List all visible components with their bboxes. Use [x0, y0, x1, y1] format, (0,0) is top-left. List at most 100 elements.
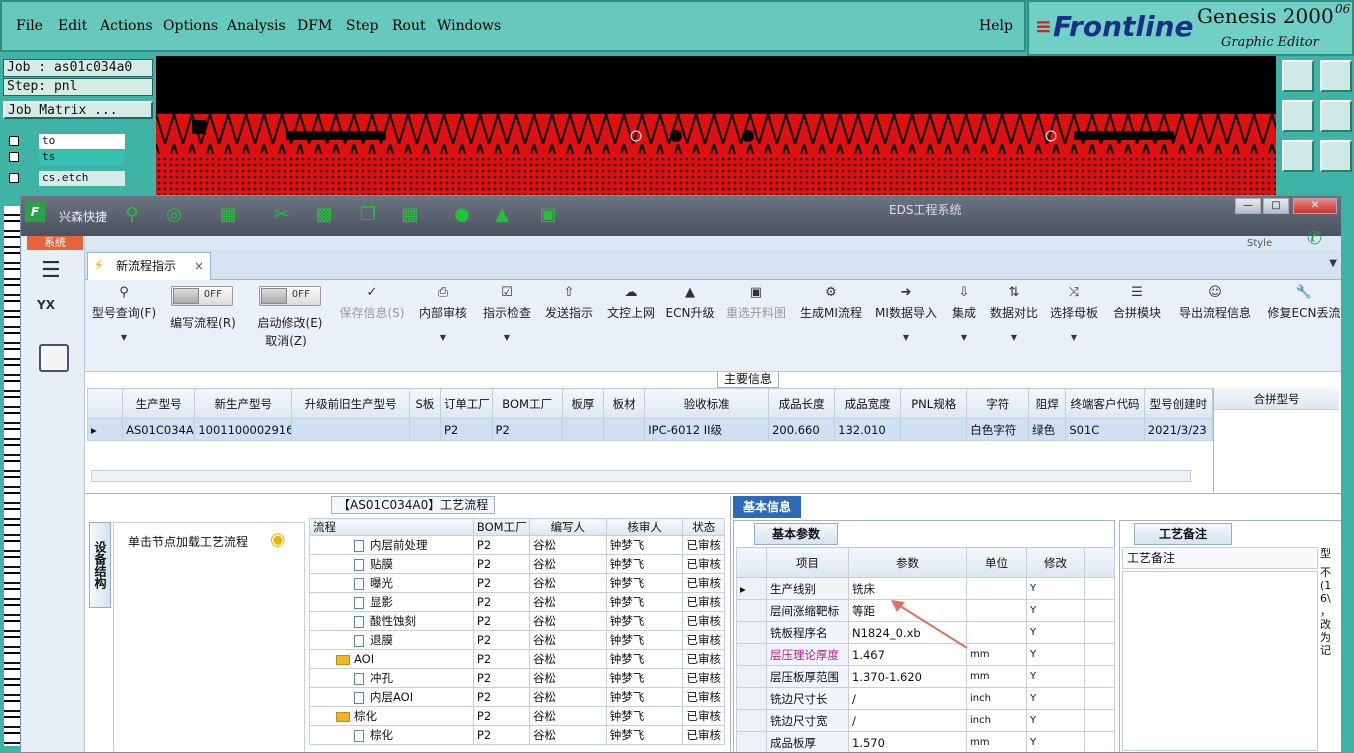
table-row[interactable]: 铣边尺寸长 / inch Y: [736, 687, 1115, 710]
job-matrix-button[interactable]: Job Matrix ...: [3, 101, 153, 119]
layer-row[interactable]: cs.etch: [7, 171, 125, 186]
cell[interactable]: 白色字符: [966, 418, 1030, 441]
list-item[interactable]: 退膜 P2 谷松 钟梦飞 已审核: [309, 630, 725, 650]
cell[interactable]: 10011000029164: [194, 418, 293, 441]
scissors-icon[interactable]: ✂: [271, 204, 293, 226]
column-header[interactable]: BOM工厂: [472, 518, 530, 536]
cell[interactable]: Y: [1026, 599, 1085, 622]
list-item[interactable]: 内层AOI P2 谷松 钟梦飞 已审核: [309, 687, 725, 707]
menu-analysis[interactable]: Analysis: [227, 18, 286, 34]
list-item[interactable]: 冲孔 P2 谷松 钟梦飞 已审核: [309, 668, 725, 688]
layer-checkbox[interactable]: [9, 152, 19, 162]
grid-icon[interactable]: ▦: [399, 204, 421, 226]
edit-flow-toggle[interactable]: OFF: [171, 286, 233, 306]
cell[interactable]: mm: [966, 643, 1027, 666]
menu-edit[interactable]: Edit: [58, 18, 87, 34]
column-header[interactable]: 型号创建时: [1143, 388, 1214, 419]
column-header[interactable]: 单位: [966, 547, 1027, 578]
cell[interactable]: P2: [491, 418, 563, 441]
column-header[interactable]: 修改: [1026, 547, 1085, 578]
cancel-button[interactable]: 取消(Z): [255, 332, 317, 349]
cell[interactable]: /: [848, 709, 967, 732]
ribbon-button[interactable]: ⇧ 发送指示: [541, 280, 597, 321]
system-tab[interactable]: 系统: [27, 236, 83, 250]
query-button[interactable]: ⚲ 型号查询(F) ▼: [89, 280, 159, 342]
yx-factory-icon[interactable]: YX: [37, 298, 69, 328]
menu-step[interactable]: Step: [346, 18, 378, 34]
column-header[interactable]: 成品宽度: [834, 388, 902, 419]
column-header[interactable]: 验收标准: [644, 388, 770, 419]
cell[interactable]: AS01C034A0: [122, 418, 196, 441]
cell[interactable]: [291, 418, 410, 441]
list-item[interactable]: 贴膜 P2 谷松 钟梦飞 已审核: [309, 554, 725, 574]
cell[interactable]: 132.010: [834, 418, 902, 441]
cell[interactable]: Y: [1026, 577, 1085, 600]
cell[interactable]: [966, 621, 1027, 644]
ribbon-button[interactable]: ⚙ 生成MI流程: [797, 280, 865, 321]
move-icon[interactable]: [1320, 140, 1352, 172]
search-icon[interactable]: ⚲: [121, 204, 143, 226]
list-item[interactable]: 曝光 P2 谷松 钟梦飞 已审核: [309, 573, 725, 593]
cell[interactable]: Y: [1026, 709, 1085, 732]
style-label[interactable]: Style: [1247, 238, 1272, 249]
column-header[interactable]: 流程: [309, 518, 474, 536]
cell[interactable]: mm: [966, 731, 1027, 752]
table-row[interactable]: 成品板厚 1.570 mm Y: [736, 731, 1115, 752]
tab-new-flow[interactable]: ⚡ 新流程指示 ×: [87, 252, 211, 280]
fit-icon[interactable]: [1282, 140, 1314, 172]
table-row[interactable]: ▸ AS01C034A0 10011000029164 P2 P2 IPC-60…: [86, 418, 1214, 441]
ribbon-button[interactable]: ⇅ 数据对比 ▼: [987, 280, 1041, 342]
horizontal-scrollbar[interactable]: [91, 470, 1191, 482]
column-header[interactable]: 编写人: [528, 518, 607, 536]
pan-left-icon[interactable]: [1282, 100, 1314, 132]
list-item[interactable]: 棕化 P2 谷松 钟梦飞 已审核: [309, 706, 725, 726]
menu-options[interactable]: Options: [163, 18, 218, 34]
cell[interactable]: [561, 418, 604, 441]
cell[interactable]: inch: [966, 709, 1027, 732]
tab-menu-chevron-icon[interactable]: ▼: [1329, 258, 1337, 269]
column-header[interactable]: S板: [408, 388, 441, 419]
zoom-in-icon[interactable]: [1320, 60, 1352, 92]
column-header[interactable]: 核审人: [605, 518, 684, 536]
cell[interactable]: [966, 577, 1027, 600]
cell[interactable]: inch: [966, 687, 1027, 710]
ribbon-button[interactable]: 🔧 修复ECN丢流: [1265, 280, 1341, 321]
basic-info-tab[interactable]: 基本信息: [733, 496, 801, 518]
layer-checkbox[interactable]: [9, 173, 19, 183]
ribbon-button[interactable]: ▣ 重选开料图: [721, 280, 791, 321]
notes-textarea[interactable]: [1122, 571, 1318, 751]
column-header[interactable]: 参数: [848, 547, 967, 578]
ribbon-button[interactable]: ⤨ 选择母板 ▼: [1047, 280, 1101, 342]
chart-icon[interactable]: ▲: [491, 204, 513, 226]
menu-dfm[interactable]: DFM: [297, 18, 332, 34]
cell[interactable]: Y: [1026, 687, 1085, 710]
process-notes-tab[interactable]: 工艺备注: [1134, 523, 1232, 545]
menu-rout[interactable]: Rout: [392, 18, 426, 34]
menu-windows[interactable]: Windows: [437, 18, 501, 34]
column-header[interactable]: 终端客户代码: [1065, 388, 1145, 419]
list-item[interactable]: 酸性蚀刻 P2 谷松 钟梦飞 已审核: [309, 611, 725, 631]
cell[interactable]: [900, 418, 968, 441]
menu-actions[interactable]: Actions: [100, 18, 153, 34]
hamburger-icon[interactable]: ☰: [41, 258, 61, 283]
ribbon-button[interactable]: ⇩ 集成 ▼: [947, 280, 981, 342]
table-row[interactable]: 层压板厚范围 1.370-1.620 mm Y: [736, 665, 1115, 688]
column-header[interactable]: PNL规格: [900, 388, 968, 419]
close-button[interactable]: ✕: [1293, 198, 1337, 214]
cell[interactable]: 2021/3/23: [1143, 418, 1214, 441]
ribbon-button[interactable]: ☁ 文控上网: [603, 280, 659, 321]
ribbon-button[interactable]: ➜ MI数据导入 ▼: [871, 280, 941, 342]
layer-row[interactable]: ts: [7, 150, 125, 165]
cell[interactable]: [408, 418, 441, 441]
list-item[interactable]: 棕化 P2 谷松 钟梦飞 已审核: [309, 725, 725, 745]
ribbon-button[interactable]: ☺ 导出流程信息: [1175, 280, 1255, 321]
cell[interactable]: Y: [1026, 731, 1085, 752]
layer-row[interactable]: to: [7, 134, 125, 149]
cell[interactable]: [602, 418, 646, 441]
column-header[interactable]: 板厚: [561, 388, 604, 419]
column-header[interactable]: 项目: [766, 547, 849, 578]
column-header[interactable]: 新生产型号: [194, 388, 293, 419]
column-header[interactable]: 板材: [602, 388, 646, 419]
cell[interactable]: mm: [966, 665, 1027, 688]
list-item[interactable]: 内层前处理 P2 谷松 钟梦飞 已审核: [309, 535, 725, 555]
